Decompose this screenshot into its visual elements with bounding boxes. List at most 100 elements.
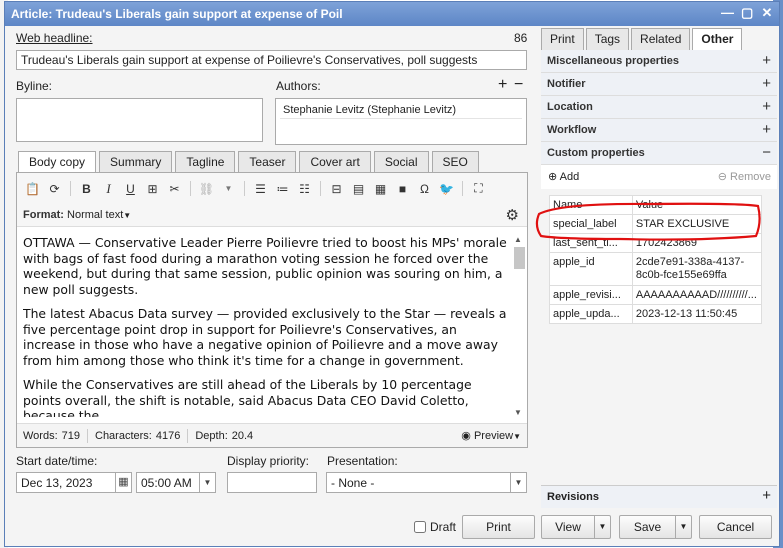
add-property-button[interactable]: ⊕ Add (548, 170, 579, 183)
body-paragraph[interactable]: OTTAWA — Conservative Leader Pierre Poil… (23, 235, 509, 297)
chevron-down-icon[interactable]: ▼ (594, 516, 610, 538)
table-row[interactable]: apple_id 2cde7e91-338a-4137-8c0b-fce155e… (549, 252, 763, 286)
print-button[interactable]: Print (462, 515, 535, 539)
property-value[interactable]: 2023-12-13 11:50:45 (631, 304, 763, 324)
tab-cover-art[interactable]: Cover art (299, 151, 371, 172)
chevron-down-icon[interactable]: ▼ (510, 473, 526, 492)
paste-icon[interactable]: 📋 (23, 180, 42, 197)
scroll-up-icon[interactable]: ▲ (514, 235, 522, 244)
minimize-icon[interactable]: — (721, 5, 734, 21)
tab-body-copy[interactable]: Body copy (18, 151, 97, 173)
chevron-down-icon[interactable]: ▼ (199, 473, 215, 492)
scroll-down-icon[interactable]: ▼ (514, 408, 522, 417)
tab-seo[interactable]: SEO (431, 151, 479, 172)
link-icon[interactable]: ⛓ (197, 180, 216, 197)
tab-print[interactable]: Print (541, 28, 584, 50)
section-revisions[interactable]: Revisions + (541, 485, 777, 508)
fullscreen-icon[interactable]: ⛶ (469, 180, 488, 197)
property-value[interactable]: 2cde7e91-338a-4137-8c0b-fce155e69ffa (631, 252, 763, 286)
format-select[interactable]: Format: Normal text▼ (23, 209, 131, 221)
expand-icon[interactable]: + (762, 75, 771, 92)
close-icon[interactable]: ✕ (761, 5, 773, 21)
section-misc-properties[interactable]: Miscellaneous properties + (541, 50, 777, 73)
tab-summary[interactable]: Summary (99, 151, 173, 172)
cancel-button[interactable]: Cancel (699, 515, 772, 539)
title-bar[interactable]: Article: Trudeau's Liberals gain support… (5, 2, 779, 26)
preview-button[interactable]: ◉ Preview▼ (461, 429, 521, 442)
display-priority-input[interactable] (227, 472, 317, 493)
table-row[interactable]: apple_upda... 2023-12-13 11:50:45 (549, 304, 763, 324)
italic-icon[interactable]: I (99, 180, 118, 197)
table-icon[interactable]: ▦ (371, 180, 390, 197)
remove-property-button[interactable]: ⊖ Remove (718, 170, 771, 183)
presentation-select[interactable]: - None - ▼ (326, 472, 527, 493)
chevron-down-icon[interactable]: ▼ (219, 180, 238, 197)
bullet-list-icon[interactable]: ☷ (295, 180, 314, 197)
draft-checkbox-input[interactable] (414, 521, 426, 533)
video-icon[interactable]: ■ (393, 180, 412, 197)
property-value[interactable]: AAAAAAAAAAD//////////... (631, 285, 763, 305)
start-time-select[interactable]: 05:00 AM ▼ (136, 472, 216, 493)
body-paragraph[interactable]: The latest Abacus Data survey — provided… (23, 306, 509, 368)
column-header-name[interactable]: Name (549, 195, 633, 215)
author-item[interactable]: Stephanie Levitz (Stephanie Levitz) (280, 102, 522, 119)
table-row[interactable]: last_sent_ti... 1702423869 (549, 233, 763, 253)
remove-author-icon[interactable]: − (514, 76, 523, 94)
find-replace-icon[interactable]: ⟳ (45, 180, 64, 197)
body-text[interactable]: OTTAWA — Conservative Leader Pierre Poil… (23, 235, 509, 417)
numbered-list-icon[interactable]: ≔ (273, 180, 292, 197)
body-scrollbar[interactable]: ▲ ▼ (512, 233, 525, 419)
horizontal-rule-icon[interactable]: ⊟ (327, 180, 346, 197)
expand-icon[interactable]: + (762, 121, 771, 138)
section-location[interactable]: Location + (541, 96, 777, 119)
start-date-field[interactable]: Dec 13, 2023 ▦ (16, 472, 132, 493)
tab-tags[interactable]: Tags (585, 28, 630, 50)
tab-related[interactable]: Related (631, 28, 691, 50)
authors-list[interactable]: Stephanie Levitz (Stephanie Levitz) (275, 98, 527, 145)
property-value[interactable]: 1702423869 (631, 233, 763, 253)
section-notifier[interactable]: Notifier + (541, 73, 777, 96)
chevron-down-icon[interactable]: ▼ (675, 516, 691, 538)
page-break-icon[interactable]: ▤ (349, 180, 368, 197)
bold-icon[interactable]: B (77, 180, 96, 197)
column-header-value[interactable]: Value (631, 195, 763, 215)
table-row[interactable]: apple_revisi... AAAAAAAAAAD//////////... (549, 285, 763, 305)
property-name[interactable]: apple_upda... (549, 304, 633, 324)
body-paragraph[interactable]: While the Conservatives are still ahead … (23, 377, 509, 417)
tab-social[interactable]: Social (373, 151, 429, 172)
plus-circle-icon: ⊕ (548, 171, 560, 183)
property-name[interactable]: apple_revisi... (549, 285, 633, 305)
draft-checkbox[interactable]: Draft (414, 520, 456, 534)
expand-icon[interactable]: + (762, 487, 771, 504)
insert-icon[interactable]: ⊞ (143, 180, 162, 197)
headline-input[interactable]: Trudeau's Liberals gain support at expen… (16, 50, 527, 70)
scrollbar-thumb[interactable] (514, 247, 525, 269)
align-icon[interactable]: ☰ (251, 180, 270, 197)
property-name[interactable]: last_sent_ti... (549, 233, 633, 253)
gear-icon[interactable]: ⚙ (506, 206, 519, 224)
property-name[interactable]: special_label (549, 214, 633, 234)
expand-icon[interactable]: + (762, 52, 771, 69)
collapse-icon[interactable]: − (762, 144, 771, 161)
toolbar-divider (462, 181, 463, 196)
add-author-icon[interactable]: + (498, 76, 507, 94)
cut-icon[interactable]: ✂ (165, 180, 184, 197)
special-character-icon[interactable]: Ω (415, 180, 434, 197)
format-label: Format: (23, 209, 64, 221)
section-custom-properties[interactable]: Custom properties − (541, 142, 777, 165)
twitter-icon[interactable]: 🐦 (437, 180, 456, 197)
byline-input[interactable] (16, 98, 263, 142)
tab-tagline[interactable]: Tagline (175, 151, 236, 172)
calendar-icon[interactable]: ▦ (115, 473, 131, 492)
expand-icon[interactable]: + (762, 98, 771, 115)
property-value[interactable]: STAR EXCLUSIVE (631, 214, 763, 234)
underline-icon[interactable]: U (121, 180, 140, 197)
table-row[interactable]: special_label STAR EXCLUSIVE (549, 214, 763, 234)
view-button[interactable]: View ▼ (541, 515, 611, 539)
section-workflow[interactable]: Workflow + (541, 119, 777, 142)
maximize-icon[interactable]: ▢ (741, 5, 753, 21)
tab-other[interactable]: Other (692, 28, 743, 50)
property-name[interactable]: apple_id (549, 252, 633, 286)
save-button[interactable]: Save ▼ (619, 515, 692, 539)
tab-teaser[interactable]: Teaser (238, 151, 297, 172)
